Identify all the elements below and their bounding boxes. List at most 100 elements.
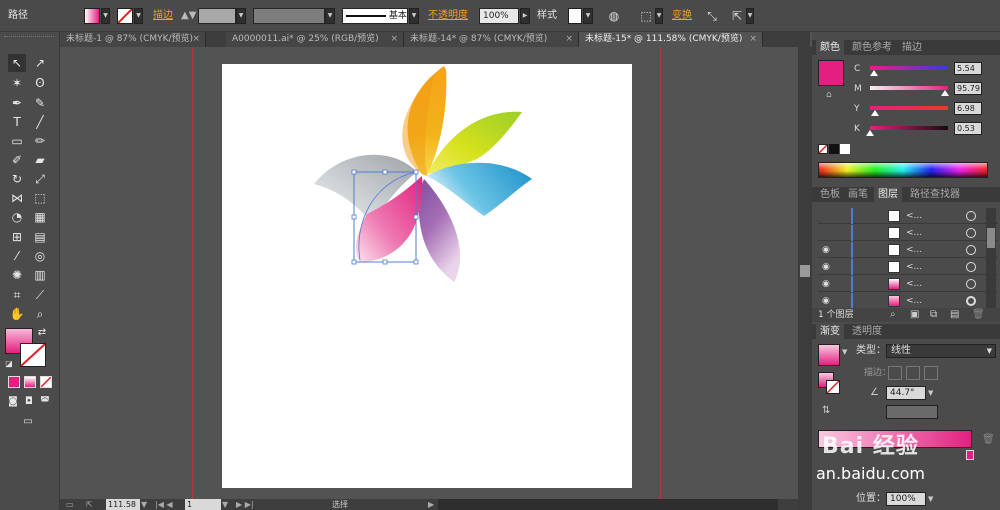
opacity-field[interactable]: 100% (479, 8, 519, 24)
hand-tool-icon[interactable]: ✋ (8, 305, 26, 323)
selection-tool-icon[interactable]: ↖ (8, 54, 26, 72)
gradient-stop[interactable] (966, 450, 974, 460)
color-mode-icon[interactable] (8, 376, 20, 388)
graphic-style-swatch[interactable] (568, 8, 582, 24)
delete-layer-icon[interactable]: 🗑 (972, 308, 985, 322)
rotate-tool-icon[interactable]: ↻ (8, 170, 26, 188)
perspective-grid-tool-icon[interactable]: ▦ (31, 208, 49, 226)
close-tab-icon[interactable]: × (749, 32, 757, 47)
eye-icon[interactable]: ◉ (822, 245, 832, 255)
angle-field[interactable]: 44.7° (886, 386, 926, 400)
cyan-slider[interactable] (870, 66, 948, 70)
stroke-swatch[interactable] (117, 8, 133, 24)
gradient-tool-icon[interactable]: ▤ (31, 228, 49, 246)
visibility-toggle[interactable] (822, 228, 832, 238)
artboard-nav-icon[interactable]: ▭ (66, 499, 80, 510)
magic-wand-tool-icon[interactable]: ✶ (8, 74, 26, 92)
type-tool-icon[interactable]: T (8, 113, 26, 131)
gradient-stroke-proxy[interactable] (826, 380, 840, 394)
target-icon[interactable] (966, 262, 976, 272)
doc-tab-1[interactable]: 未标题-1 @ 87% (CMYK/预览) × (60, 32, 206, 47)
layer-row[interactable]: ◉ <... (818, 276, 998, 292)
draw-inside-icon[interactable]: ◚ (38, 394, 52, 408)
pencil-tool-icon[interactable]: ✐ (8, 151, 26, 169)
stroke-weight-dropdown[interactable]: ▼ (236, 8, 246, 24)
reverse-gradient-icon[interactable]: ⇅ (822, 404, 830, 418)
layer-row[interactable]: ◉ <... (818, 242, 998, 258)
layer-row[interactable]: <... (818, 225, 998, 241)
cyan-value-field[interactable]: 5.54 (954, 62, 982, 75)
free-transform-tool-icon[interactable]: ⬚ (31, 189, 49, 207)
first-prev-artboard-buttons[interactable]: |◀ ◀ (155, 499, 179, 510)
close-tab-icon[interactable]: × (565, 32, 573, 47)
eye-icon[interactable]: ◉ (822, 296, 832, 306)
tab-swatches[interactable]: 色板 (816, 187, 844, 202)
draw-normal-icon[interactable]: ◙ (6, 394, 20, 408)
stroke-profile-dropdown[interactable]: ▼ (409, 8, 419, 24)
layer-row[interactable]: ◉ <... (818, 293, 998, 309)
gradient-mode-icon[interactable] (24, 376, 36, 388)
default-fill-stroke-icon[interactable]: ◪ (4, 358, 14, 368)
layer-name[interactable]: <... (906, 276, 922, 292)
doc-tab-4[interactable]: 未标题-15* @ 111.58% (CMYK/预览) × (579, 32, 763, 47)
layers-scrollbar[interactable] (986, 208, 996, 308)
stroke-weight-stepper[interactable]: ▲▼ (181, 8, 196, 24)
slider-thumb[interactable] (866, 130, 875, 136)
visibility-toggle[interactable] (822, 211, 832, 221)
angle-dropdown[interactable]: ▼ (928, 386, 938, 400)
slider-thumb[interactable] (871, 110, 880, 116)
isolate-dropdown[interactable]: ▼ (746, 8, 754, 24)
opacity-dropdown[interactable]: ▶ (520, 8, 530, 24)
target-icon[interactable] (966, 245, 976, 255)
tab-gradient[interactable]: 渐变 (816, 324, 844, 339)
rectangle-tool-icon[interactable]: ▭ (8, 132, 26, 150)
variable-width-dropdown[interactable]: ▼ (325, 8, 335, 24)
delete-stop-icon[interactable]: 🗑 (982, 434, 995, 445)
black-slider[interactable] (870, 126, 948, 130)
mesh-tool-icon[interactable]: ⊞ (8, 228, 26, 246)
target-icon[interactable] (966, 211, 976, 221)
align-dropdown[interactable]: ▼ (655, 8, 663, 24)
layer-name[interactable]: <... (906, 293, 922, 309)
tab-pathfinder[interactable]: 路径查找器 (906, 187, 964, 202)
white-color-chip[interactable] (840, 144, 850, 154)
fill-swatch[interactable] (84, 8, 100, 24)
magenta-value-field[interactable]: 95.79 (954, 82, 982, 95)
status-menu-arrow[interactable]: ▶ (428, 499, 438, 510)
artboard[interactable] (222, 64, 632, 488)
zoom-dropdown[interactable]: ▼ (141, 499, 151, 510)
scroll-thumb[interactable] (800, 265, 810, 277)
stroke-gradient-across-icon[interactable] (924, 366, 938, 380)
none-color-icon[interactable] (818, 144, 828, 154)
gradient-type-select[interactable]: 线性 ▼ (886, 344, 996, 358)
slider-thumb[interactable] (870, 70, 879, 76)
isolate-icon[interactable]: ⇱ (729, 8, 745, 24)
export-icon[interactable]: ⇱ (86, 499, 100, 510)
tab-color[interactable]: 颜色 (816, 40, 844, 55)
doc-tab-2[interactable]: A0000011.ai* @ 25% (RGB/预览) × (226, 32, 404, 47)
scale-tool-icon[interactable]: ⤢ (31, 170, 49, 188)
column-graph-tool-icon[interactable]: ▥ (31, 266, 49, 284)
vertical-scrollbar[interactable] (798, 47, 812, 510)
symbol-sprayer-tool-icon[interactable]: ✺ (8, 266, 26, 284)
direct-selection-tool-icon[interactable]: ↗ (31, 54, 49, 72)
new-layer-icon[interactable]: ▤ (950, 308, 959, 322)
close-tab-icon[interactable]: × (192, 32, 200, 47)
eye-icon[interactable]: ◉ (822, 262, 832, 272)
locate-object-icon[interactable]: ⌕ (890, 308, 896, 322)
stroke-gradient-within-icon[interactable] (888, 366, 902, 380)
slider-thumb[interactable] (940, 90, 949, 96)
aspect-ratio-field[interactable] (886, 405, 938, 419)
recolor-artwork-icon[interactable]: ◍ (606, 8, 622, 24)
doc-tab-3[interactable]: 未标题-14* @ 87% (CMYK/预览) × (404, 32, 579, 47)
zoom-field[interactable]: 111.58 (106, 499, 140, 510)
swap-fill-stroke-icon[interactable]: ⇄ (36, 326, 48, 338)
magenta-slider[interactable] (870, 86, 948, 90)
target-icon[interactable] (966, 279, 976, 289)
align-icon[interactable]: ⬚ (638, 8, 654, 24)
artboard-number-field[interactable]: 1 (185, 499, 221, 510)
layers-scroll-thumb[interactable] (987, 228, 995, 248)
eye-icon[interactable]: ◉ (822, 279, 832, 289)
slice-tool-icon[interactable]: ⟋ (31, 286, 49, 304)
canvas-area[interactable] (60, 47, 798, 499)
